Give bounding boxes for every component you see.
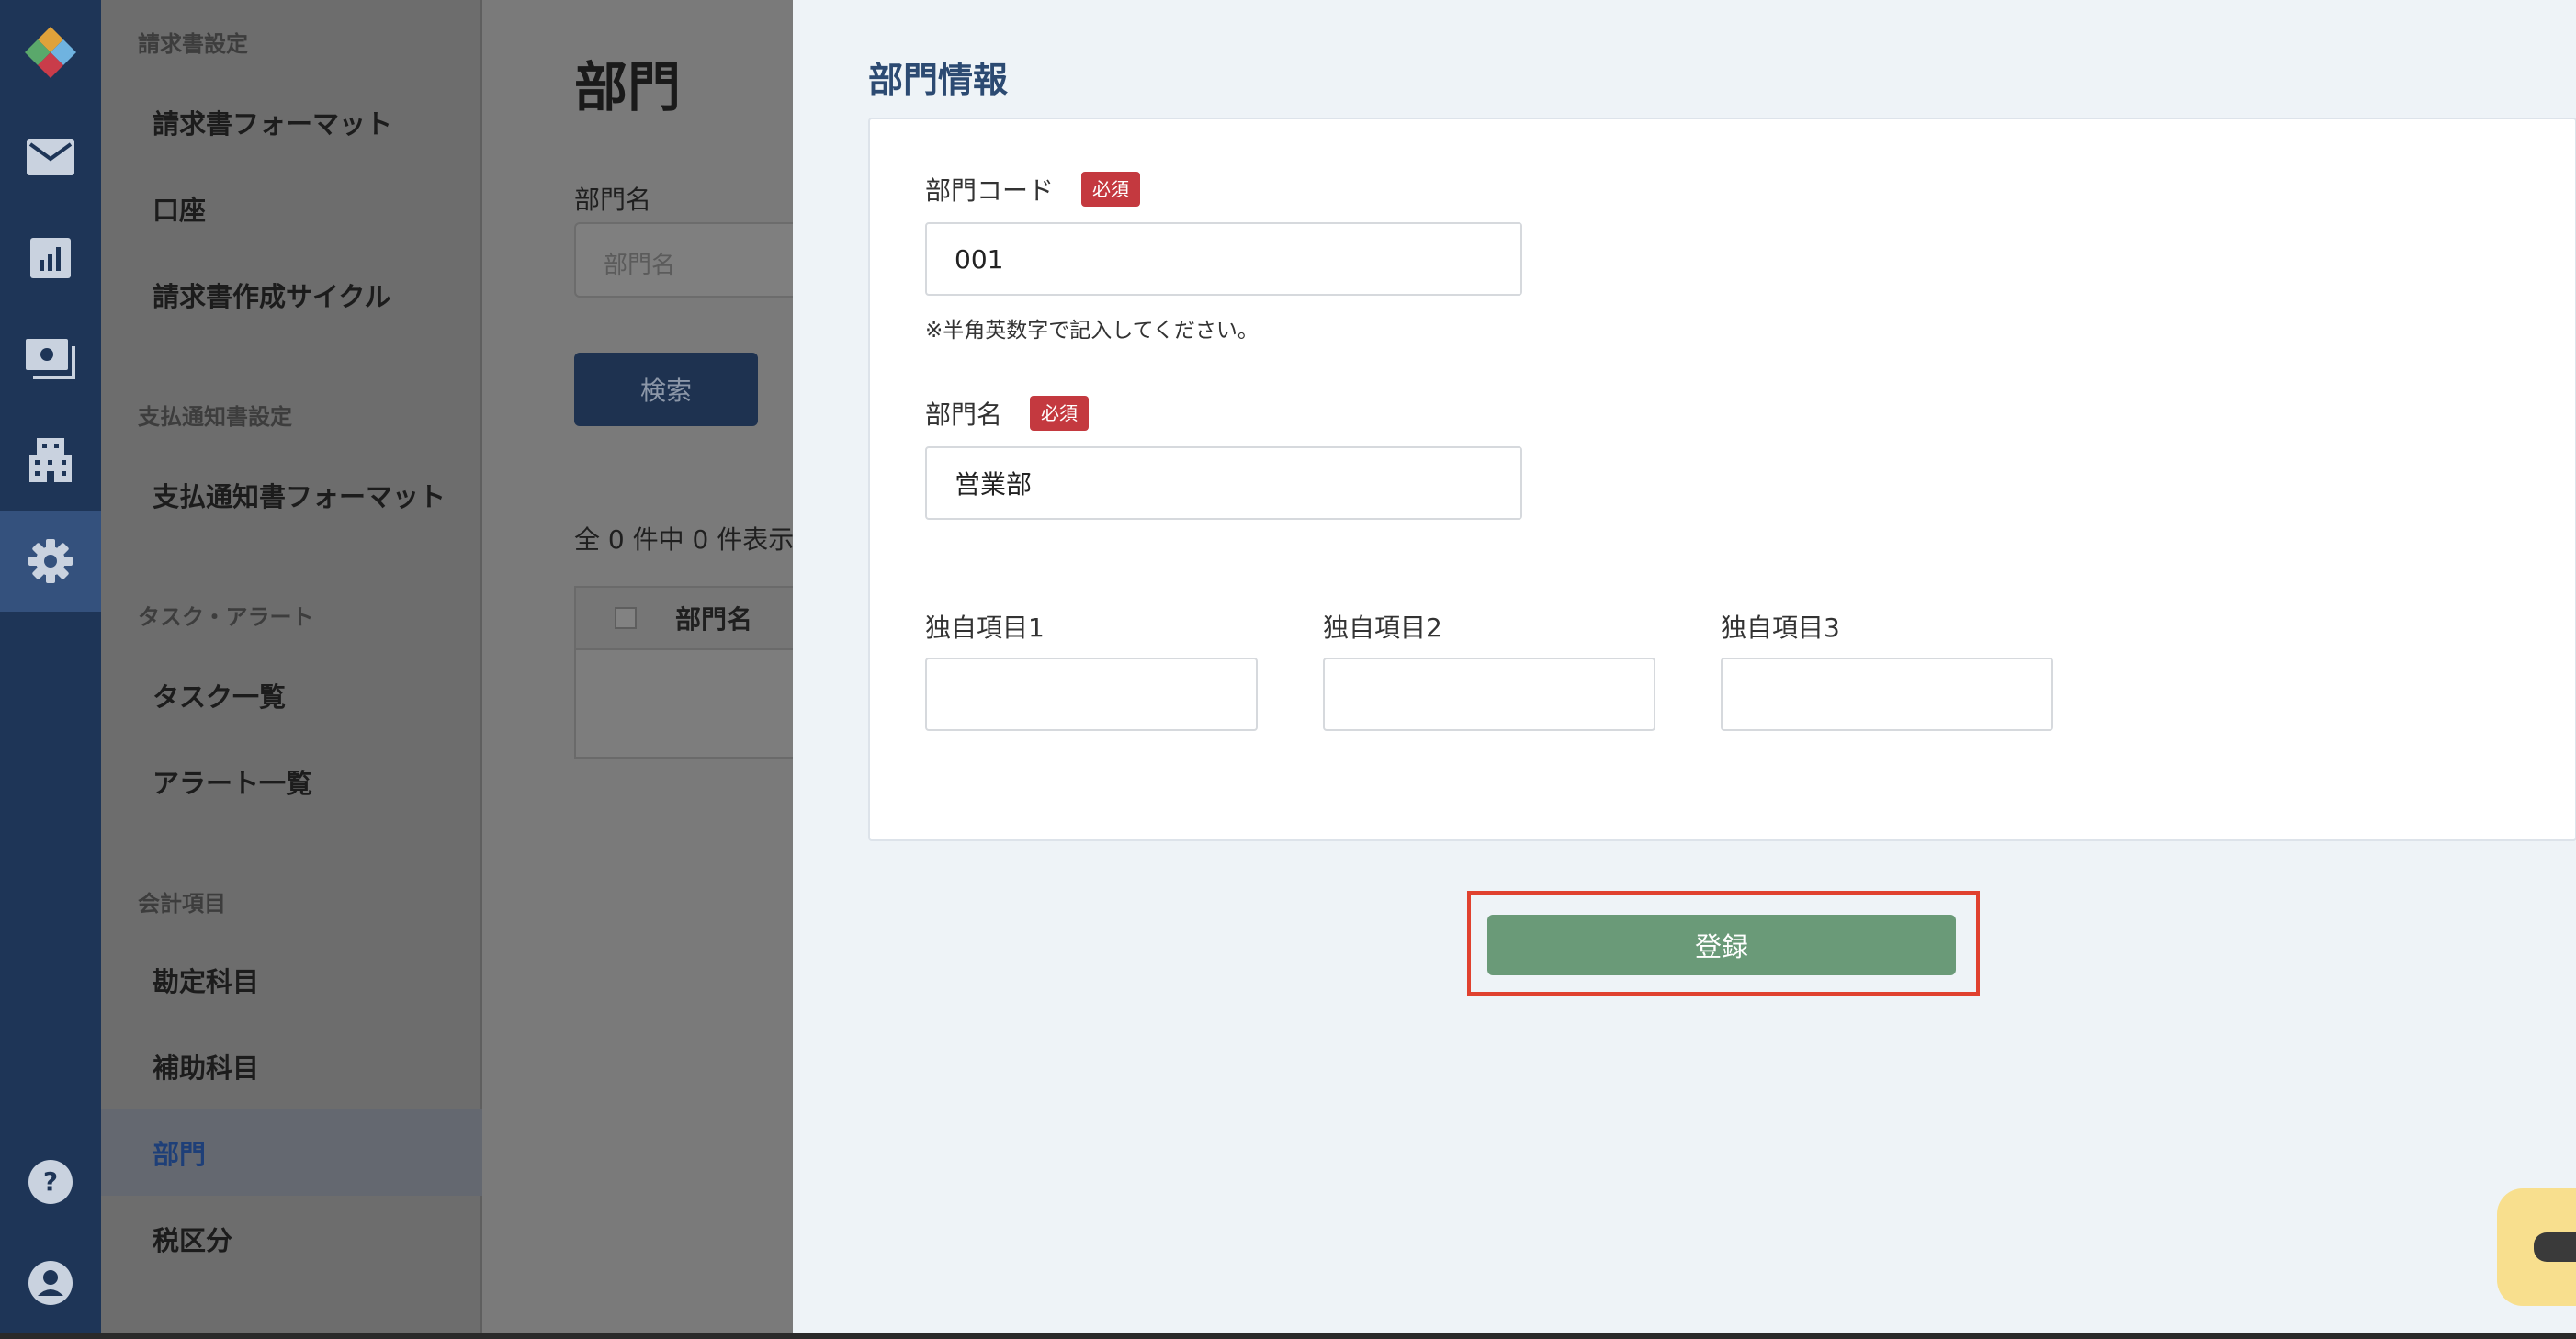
rail-account[interactable] bbox=[0, 1232, 101, 1333]
rail-mail[interactable] bbox=[0, 107, 101, 208]
custom-field-3-label: 独自項目3 bbox=[1721, 613, 1840, 643]
rail-reports[interactable] bbox=[0, 208, 101, 309]
user-icon bbox=[28, 1261, 73, 1305]
payment-icon bbox=[26, 339, 75, 379]
department-code-hint: ※半角英数字で記入してください。 bbox=[925, 319, 1259, 343]
icon-rail: ? bbox=[0, 0, 101, 1339]
menu-item-bank-account[interactable]: 口座 bbox=[101, 165, 482, 252]
register-button[interactable]: 登録 bbox=[1487, 915, 1956, 975]
chat-icon bbox=[2534, 1232, 2576, 1262]
rail-help[interactable]: ? bbox=[0, 1131, 101, 1232]
search-label: 部門名 bbox=[574, 185, 652, 215]
menu-section-payment-notice: 支払通知書設定 bbox=[138, 404, 292, 430]
department-search-input[interactable]: 部門名 bbox=[574, 222, 795, 298]
menu-item-department[interactable]: 部門 bbox=[101, 1109, 482, 1196]
chat-widget-button[interactable] bbox=[2497, 1188, 2576, 1306]
page-title: 部門 bbox=[574, 56, 682, 118]
custom-field-2-input[interactable] bbox=[1323, 658, 1655, 731]
custom-field-2-label: 独自項目2 bbox=[1323, 613, 1442, 643]
required-badge: 必須 bbox=[1030, 396, 1090, 431]
main-content: 部門 部門名 部門名 検索 全 0 件中 0 件表示し 部門名 bbox=[482, 0, 795, 1339]
rail-payments[interactable] bbox=[0, 309, 101, 410]
settings-menu: 請求書設定 請求書フォーマット 口座 請求書作成サイクル 支払通知書設定 支払通… bbox=[101, 0, 482, 1339]
menu-item-tax-category[interactable]: 税区分 bbox=[101, 1196, 482, 1282]
menu-section-tasks: タスク・アラート bbox=[138, 604, 314, 630]
menu-item-invoice-cycle[interactable]: 請求書作成サイクル bbox=[101, 252, 482, 338]
custom-field-1-label: 独自項目1 bbox=[925, 613, 1045, 643]
custom-field-1-input[interactable] bbox=[925, 658, 1258, 731]
department-name-input[interactable] bbox=[925, 446, 1522, 520]
rail-settings[interactable] bbox=[0, 511, 101, 612]
svg-text:?: ? bbox=[43, 1166, 58, 1197]
table-header: 部門名 bbox=[576, 588, 795, 650]
chart-icon bbox=[30, 238, 71, 278]
column-header-department-name: 部門名 bbox=[675, 604, 753, 635]
department-code-label-row: 部門コード 必須 bbox=[925, 171, 1141, 208]
rail-companies[interactable] bbox=[0, 410, 101, 511]
menu-item-sub-account[interactable]: 補助科目 bbox=[101, 1023, 482, 1109]
menu-item-alert-list[interactable]: アラート一覧 bbox=[101, 738, 482, 825]
required-badge: 必須 bbox=[1081, 172, 1141, 207]
window-bottom-edge bbox=[0, 1333, 2576, 1339]
select-all-checkbox[interactable] bbox=[615, 607, 637, 629]
menu-item-task-list[interactable]: タスク一覧 bbox=[101, 652, 482, 738]
logo-icon bbox=[25, 27, 76, 78]
department-code-label: 部門コード bbox=[925, 175, 1055, 206]
help-icon: ? bbox=[28, 1160, 73, 1204]
department-form-card: 部門コード 必須 ※半角英数字で記入してください。 部門名 必須 独自項目1 独… bbox=[868, 118, 2576, 841]
department-table: 部門名 bbox=[574, 586, 795, 759]
menu-item-account-title[interactable]: 勘定科目 bbox=[101, 937, 482, 1023]
department-name-label: 部門名 bbox=[925, 399, 1003, 430]
department-info-panel: 部門情報 部門コード 必須 ※半角英数字で記入してください。 部門名 必須 独自… bbox=[793, 0, 2576, 1339]
mail-icon bbox=[27, 139, 74, 175]
department-code-input[interactable] bbox=[925, 222, 1522, 296]
custom-field-3-input[interactable] bbox=[1721, 658, 2053, 731]
menu-item-invoice-format[interactable]: 請求書フォーマット bbox=[101, 79, 482, 165]
department-name-label-row: 部門名 必須 bbox=[925, 395, 1090, 432]
panel-title: 部門情報 bbox=[868, 60, 1009, 100]
search-button[interactable]: 検索 bbox=[574, 353, 758, 426]
result-count: 全 0 件中 0 件表示し bbox=[574, 524, 795, 555]
menu-section-invoice: 請求書設定 bbox=[138, 31, 248, 57]
menu-item-payment-notice-format[interactable]: 支払通知書フォーマット bbox=[101, 452, 482, 538]
gear-icon bbox=[28, 539, 73, 583]
building-icon bbox=[29, 438, 72, 482]
menu-section-accounting: 会計項目 bbox=[138, 891, 226, 917]
app-logo[interactable] bbox=[0, 0, 101, 101]
